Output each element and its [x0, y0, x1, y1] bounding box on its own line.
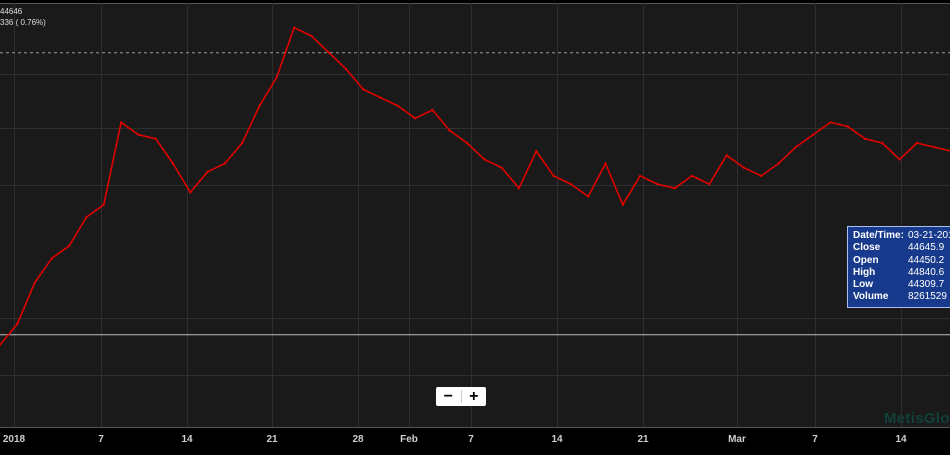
data-point	[638, 174, 642, 178]
data-point	[846, 125, 849, 128]
tooltip-row-volume: Volume 8261529	[853, 291, 950, 303]
last-price-label: 44646 336 ( 0.76%)	[0, 6, 46, 28]
tooltip-value: 44645.9	[908, 242, 945, 254]
x-tick-label: 7	[468, 434, 474, 445]
data-point	[327, 51, 330, 54]
last-price-value: 44646	[0, 7, 23, 16]
tooltip-key: High	[853, 266, 876, 278]
data-point	[119, 121, 123, 124]
tooltip-value: 8261529	[908, 291, 947, 303]
x-tick-label: 2018	[3, 434, 26, 445]
data-point	[310, 34, 313, 38]
data-point	[604, 162, 607, 165]
data-point	[171, 162, 175, 165]
data-point	[863, 137, 867, 140]
data-point	[102, 203, 106, 206]
tooltip-key: Date/Time:	[853, 230, 904, 241]
tooltip-key: Volume	[853, 291, 889, 303]
x-tick-label: 7	[812, 434, 818, 445]
data-point	[517, 187, 521, 190]
x-tick-label: 21	[266, 434, 278, 445]
data-point	[344, 67, 348, 71]
tooltip-value: 44840.6	[908, 266, 945, 278]
x-tick-label: 28	[352, 434, 364, 445]
data-point	[241, 141, 244, 145]
tooltip-value: 03-21-201	[908, 230, 950, 241]
tooltip-key: Open	[853, 254, 879, 266]
data-point	[379, 96, 382, 99]
data-point	[16, 322, 19, 326]
x-tick-label: 14	[181, 434, 193, 445]
data-point	[535, 150, 538, 153]
data-point	[68, 244, 71, 248]
data-point	[137, 133, 140, 136]
data-point	[50, 257, 54, 260]
price-chart[interactable]: 2018 7 14 21 28 Feb 7 14 21 Mar 7 14	[0, 0, 950, 450]
data-point	[414, 117, 417, 120]
data-point	[206, 170, 209, 173]
zoom-in-button[interactable]: +	[462, 387, 487, 406]
data-point	[33, 281, 36, 285]
tooltip-row-low: Low 44309.7	[853, 279, 950, 291]
data-point	[742, 166, 746, 169]
data-point	[431, 108, 434, 112]
data-point	[500, 166, 503, 169]
x-tick-label: 21	[637, 434, 649, 445]
tooltip-row-close: Close 44645.9	[853, 242, 950, 254]
plot-background	[0, 3, 950, 427]
tooltip-key: Close	[853, 242, 881, 254]
tooltip-key: Low	[853, 279, 873, 291]
data-point	[448, 129, 451, 132]
data-point	[881, 141, 884, 145]
x-tick-label: 7	[98, 434, 104, 445]
data-point	[483, 158, 486, 161]
data-point	[85, 215, 88, 219]
ohlc-tooltip: Date/Time: 03-21-201 Close 44645.9 Open …	[847, 226, 950, 308]
data-point	[362, 88, 365, 91]
data-point	[760, 174, 763, 178]
data-point	[292, 26, 296, 29]
x-tick-label: 14	[551, 434, 563, 445]
data-point	[933, 145, 936, 149]
brand-watermark: MetisGlo	[884, 410, 950, 427]
chart-area[interactable]: 2018 7 14 21 28 Feb 7 14 21 Mar 7 14	[0, 0, 950, 450]
tooltip-row-datetime: Date/Time: 03-21-201	[853, 230, 950, 242]
data-point	[396, 104, 400, 108]
last-price-change: 336 ( 0.76%)	[0, 18, 46, 27]
data-point	[569, 182, 573, 186]
data-point	[811, 133, 815, 136]
data-point	[258, 104, 261, 108]
data-point	[189, 191, 192, 194]
data-point	[465, 141, 469, 145]
data-point	[915, 141, 919, 145]
data-point	[275, 75, 278, 79]
data-point	[690, 174, 694, 178]
zoom-out-button[interactable]: −	[436, 387, 461, 406]
tooltip-value: 44450.2	[908, 254, 945, 266]
data-point	[656, 182, 659, 186]
data-point	[898, 158, 901, 161]
zoom-controls: − +	[436, 387, 486, 406]
data-point	[223, 162, 227, 165]
data-point	[154, 137, 157, 140]
x-axis-ticks: 2018 7 14 21 28 Feb 7 14 21 Mar 7 14	[3, 434, 907, 445]
data-point	[794, 145, 797, 149]
tooltip-row-high: High 44840.6	[853, 267, 950, 279]
data-point	[552, 174, 555, 178]
data-point	[829, 121, 832, 124]
data-point	[725, 154, 728, 157]
x-tick-label: Mar	[728, 434, 746, 445]
data-point	[587, 195, 590, 198]
data-point	[673, 187, 676, 190]
data-point	[621, 203, 624, 206]
x-tick-label: 14	[895, 434, 907, 445]
tooltip-row-open: Open 44450.2	[853, 255, 950, 267]
data-point	[777, 162, 780, 165]
x-tick-label: Feb	[400, 434, 418, 445]
tooltip-value: 44309.7	[908, 279, 945, 291]
data-point	[708, 182, 711, 186]
